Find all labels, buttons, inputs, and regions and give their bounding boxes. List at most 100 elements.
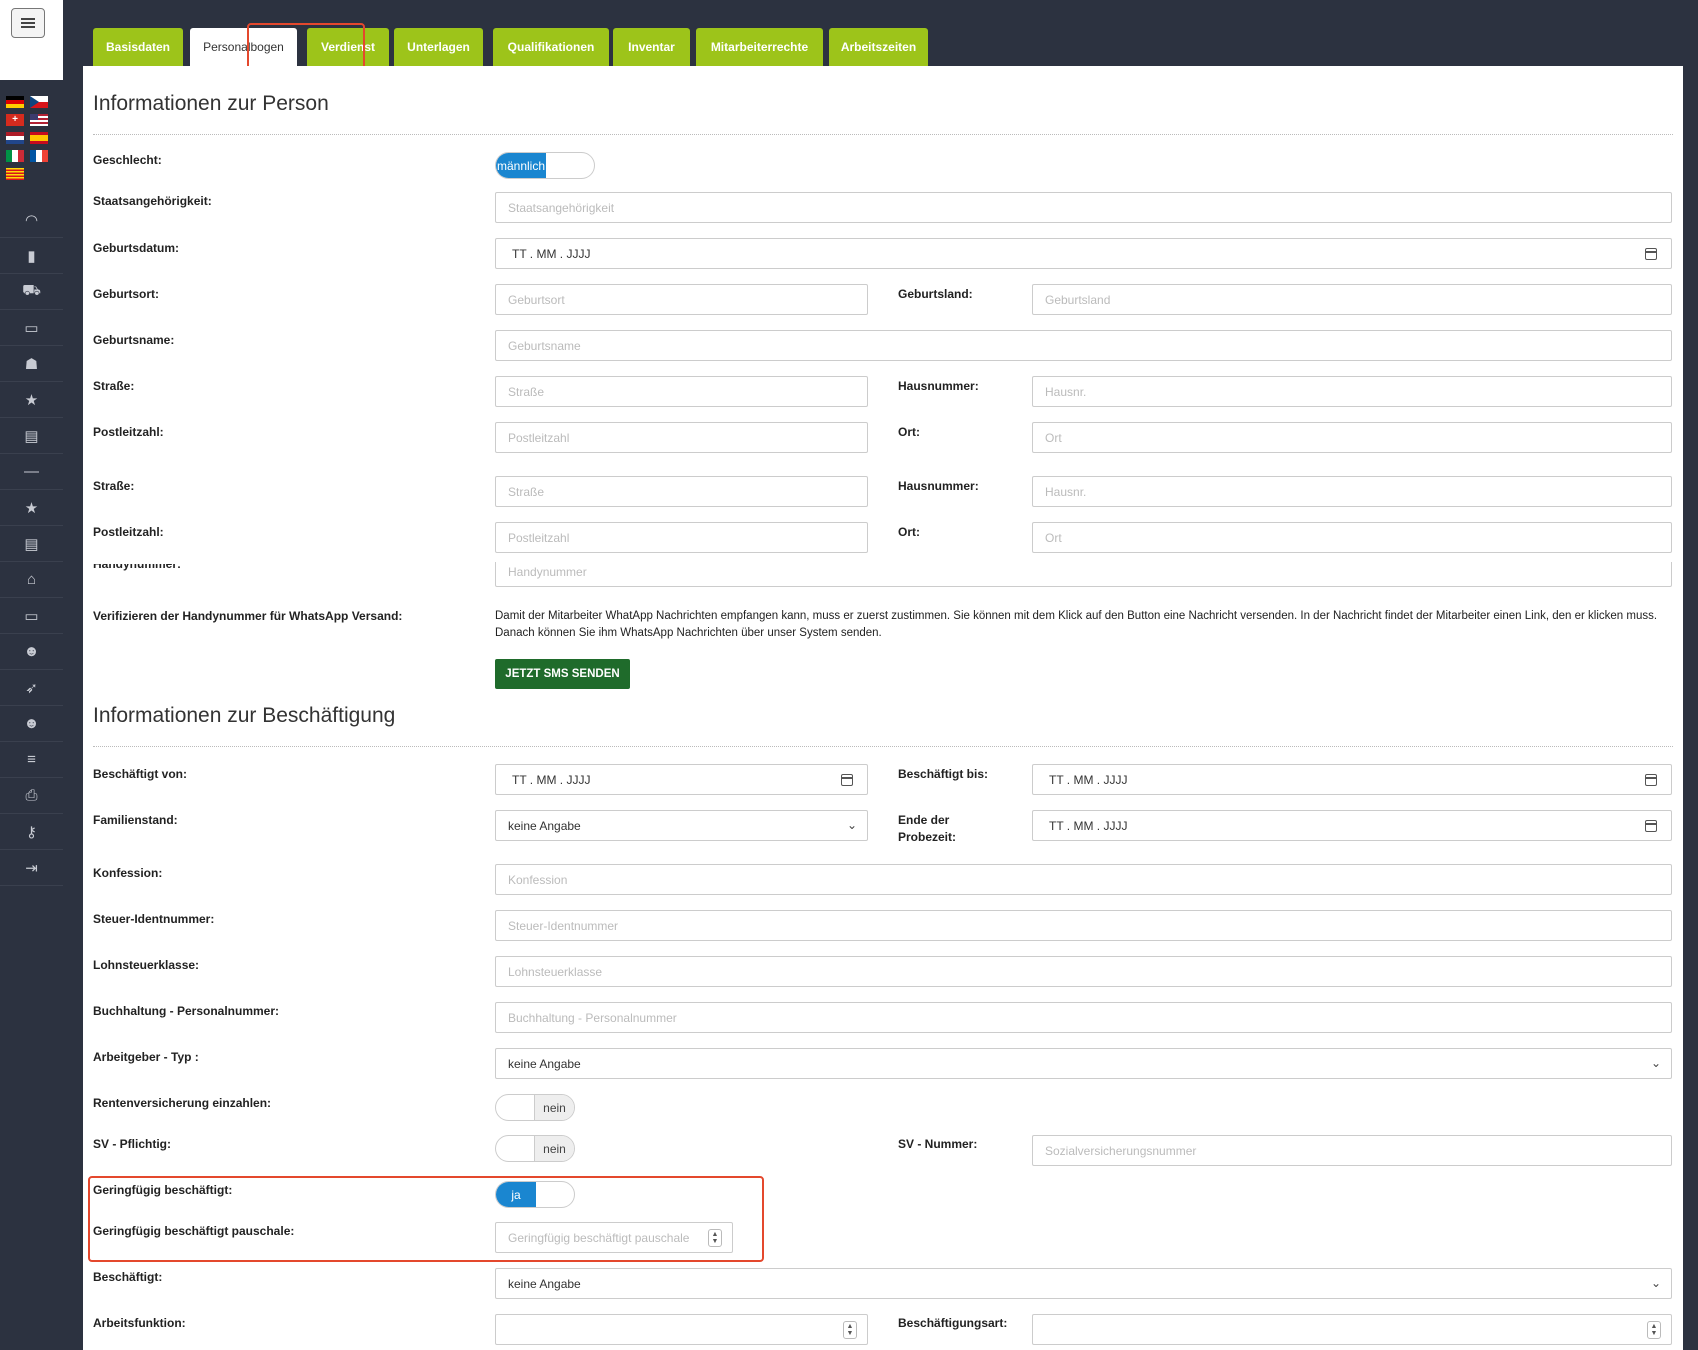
- ort-input[interactable]: Ort: [1032, 522, 1672, 553]
- flag-ch-icon[interactable]: +: [6, 114, 24, 126]
- tab-unterlagen[interactable]: Unterlagen: [394, 28, 483, 66]
- geburtsname-input[interactable]: Geburtsname: [495, 330, 1672, 361]
- printer-icon[interactable]: ⎙: [0, 778, 63, 814]
- flag-cz-icon[interactable]: [30, 96, 48, 108]
- ort-input[interactable]: Ort: [1032, 422, 1672, 453]
- toggle-on-label: männlich: [496, 153, 546, 178]
- tab-arbeitszeiten[interactable]: Arbeitszeiten: [829, 28, 928, 66]
- calendar-icon[interactable]: [1644, 820, 1657, 832]
- archive-icon[interactable]: ▤: [0, 526, 63, 562]
- flag-it-icon[interactable]: [6, 150, 24, 162]
- send-sms-button[interactable]: JETZT SMS SENDEN: [495, 659, 630, 689]
- tab-inventar[interactable]: Inventar: [613, 28, 690, 66]
- minus-icon[interactable]: —: [0, 454, 63, 490]
- strasse-input[interactable]: Straße: [495, 476, 868, 507]
- geburtsdatum-value: TT . MM . JJJJ: [512, 246, 591, 261]
- calendar-icon[interactable]: [1644, 248, 1657, 260]
- label-geburtsland: Geburtsland:: [898, 287, 973, 301]
- star-icon[interactable]: ★: [0, 490, 63, 526]
- hamburger-menu-icon[interactable]: [11, 8, 45, 38]
- label-lohnsteuerklasse: Lohnsteuerklasse:: [93, 958, 200, 972]
- beschaeftigt-bis-input[interactable]: TT . MM . JJJJ: [1032, 764, 1672, 795]
- number-spinner-icon[interactable]: ▲ ▼: [1647, 1321, 1661, 1339]
- arbeitgeber-typ-select[interactable]: keine Angabe ⌄: [495, 1048, 1672, 1079]
- label-sv-pflichtig: SV - Pflichtig:: [93, 1137, 171, 1151]
- label-arbeitgeber-typ: Arbeitgeber - Typ :: [93, 1050, 199, 1064]
- label-beschaeftigt-bis: Beschäftigt bis:: [898, 767, 989, 781]
- label-beschaeftigt: Beschäftigt:: [93, 1270, 163, 1284]
- lohnsteuerklasse-input[interactable]: Lohnsteuerklasse: [495, 956, 1672, 987]
- rocket-icon[interactable]: ➶: [0, 670, 63, 706]
- label-buchhaltung: Buchhaltung - Personalnummer:: [93, 1004, 280, 1018]
- hausnummer-input[interactable]: Hausnr.: [1032, 476, 1672, 507]
- speedometer-icon[interactable]: ◠: [0, 202, 63, 238]
- label-whatsapp: Verifizieren der Handynummer für WhatsAp…: [93, 609, 403, 623]
- beschaeftigt-von-input[interactable]: TT . MM . JJJJ: [495, 764, 868, 795]
- steuer-id-input[interactable]: Steuer-Identnummer: [495, 910, 1672, 941]
- sv-nummer-input[interactable]: Sozialversicherungsnummer: [1032, 1135, 1672, 1166]
- geschlecht-toggle[interactable]: männlich: [495, 152, 595, 179]
- toggle-off-label: nein: [534, 1136, 574, 1161]
- flag-nl-icon[interactable]: [6, 132, 24, 144]
- highlight-frame: [88, 1176, 764, 1262]
- monitor-icon[interactable]: ▭: [0, 310, 63, 346]
- calendar-icon[interactable]: [1644, 774, 1657, 786]
- database-icon[interactable]: ≡: [0, 742, 63, 778]
- label-strasse: Straße:: [93, 479, 135, 493]
- form-panel: Informationen zur Person Geschlecht: män…: [83, 66, 1683, 1350]
- cart-icon[interactable]: ⛟: [0, 274, 63, 310]
- geburtsdatum-input[interactable]: TT . MM . JJJJ: [495, 238, 1672, 269]
- geburtsort-input[interactable]: Geburtsort: [495, 284, 868, 315]
- beschaeftigt-von-value: TT . MM . JJJJ: [512, 772, 591, 787]
- plz-input[interactable]: Postleitzahl: [495, 422, 868, 453]
- geburtsland-input[interactable]: Geburtsland: [1032, 284, 1672, 315]
- number-spinner-icon[interactable]: ▲ ▼: [843, 1321, 857, 1339]
- probezeit-input[interactable]: TT . MM . JJJJ: [1032, 810, 1672, 841]
- flag-de-icon[interactable]: [6, 96, 24, 108]
- logout-icon[interactable]: ⇥: [0, 850, 63, 886]
- label-konfession: Konfession:: [93, 866, 163, 880]
- user-add-icon[interactable]: ☗: [0, 346, 63, 382]
- calendar-icon[interactable]: [840, 774, 853, 786]
- label-handynummer-clip: Handynummer:: [93, 564, 493, 574]
- users-icon[interactable]: ☻: [0, 706, 63, 742]
- label-ort: Ort:: [898, 425, 920, 439]
- chevron-down-icon: ⌄: [846, 818, 857, 832]
- archive-icon[interactable]: ▤: [0, 418, 63, 454]
- rentenversicherung-toggle[interactable]: nein: [495, 1094, 575, 1121]
- hausnummer-input[interactable]: Hausnr.: [1032, 376, 1672, 407]
- key-icon[interactable]: ⚷: [0, 814, 63, 850]
- chevron-down-icon: ⌄: [1650, 1056, 1661, 1070]
- label-handynummer: Handynummer:: [93, 564, 182, 571]
- beschaeftigt-select[interactable]: keine Angabe ⌄: [495, 1268, 1672, 1299]
- flag-es-icon[interactable]: [30, 132, 48, 144]
- flag-fr-icon[interactable]: [30, 150, 48, 162]
- familienstand-value: keine Angabe: [508, 818, 581, 833]
- bar-chart-icon[interactable]: ▮: [0, 238, 63, 274]
- home-icon[interactable]: ⌂: [0, 562, 63, 598]
- plz-input[interactable]: Postleitzahl: [495, 522, 868, 553]
- tab-highlight-frame: [247, 23, 365, 70]
- strasse-input[interactable]: Straße: [495, 376, 868, 407]
- flag-us-icon[interactable]: [30, 114, 48, 126]
- sidebar-header: [0, 0, 63, 80]
- flag-ca-icon[interactable]: [6, 168, 24, 180]
- konfession-input[interactable]: Konfession: [495, 864, 1672, 895]
- tab-basisdaten[interactable]: Basisdaten: [93, 28, 183, 66]
- handynummer-input[interactable]: Handynummer: [495, 562, 1672, 587]
- buchhaltung-input[interactable]: Buchhaltung - Personalnummer: [495, 1002, 1672, 1033]
- arbeitsfunktion-input[interactable]: ▲ ▼: [495, 1314, 868, 1345]
- monitor-icon[interactable]: ▭: [0, 598, 63, 634]
- chevron-down-icon: ⌄: [1650, 1276, 1661, 1290]
- sv-pflichtig-toggle[interactable]: nein: [495, 1135, 575, 1162]
- user-icon[interactable]: ☻: [0, 634, 63, 670]
- staatsangehoerigkeit-input[interactable]: Staatsangehörigkeit: [495, 192, 1672, 223]
- familienstand-select[interactable]: keine Angabe ⌄: [495, 810, 868, 841]
- label-plz: Postleitzahl:: [93, 525, 164, 539]
- beschaeftigungsart-input[interactable]: ▲ ▼: [1032, 1314, 1672, 1345]
- star-icon[interactable]: ★: [0, 382, 63, 418]
- label-beschaeftigungsart: Beschäftigungsart:: [898, 1316, 1008, 1330]
- tab-qualifikationen[interactable]: Qualifikationen: [493, 28, 609, 66]
- label-geburtsort: Geburtsort:: [93, 287, 159, 301]
- tab-mitarbeiterrechte[interactable]: Mitarbeiterrechte: [696, 28, 823, 66]
